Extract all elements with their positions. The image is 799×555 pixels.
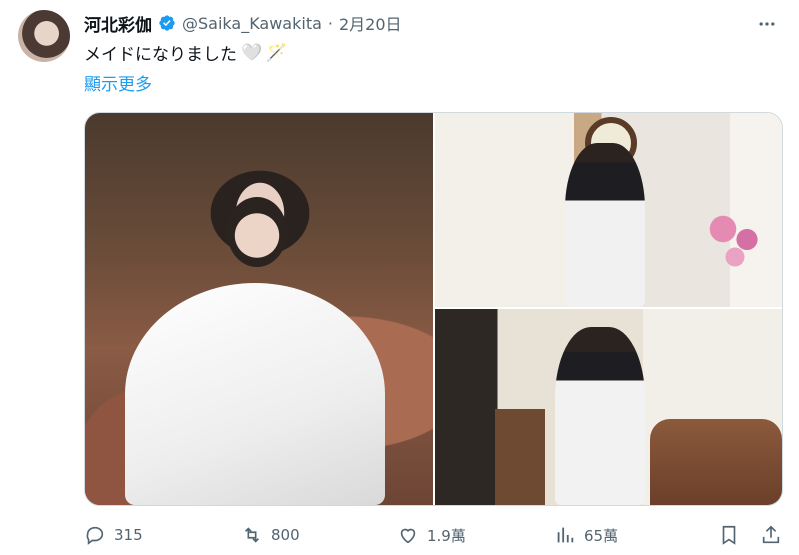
author-handle[interactable]: @Saika_Kawakita <box>182 14 322 33</box>
share-icon <box>762 525 780 544</box>
photo-3[interactable] <box>435 309 782 505</box>
author-name[interactable]: 河北彩伽 <box>84 11 152 36</box>
magic-wand-emoji: 🪄 <box>266 42 288 63</box>
bookmark-button[interactable] <box>718 520 740 550</box>
reply-icon <box>86 526 104 545</box>
photo-3-shelf <box>495 409 545 505</box>
analytics-icon <box>557 527 574 543</box>
photo-1-dress <box>125 283 385 505</box>
media-grid <box>84 112 783 506</box>
retweet-icon <box>244 527 260 543</box>
share-button[interactable] <box>760 520 782 550</box>
photo-1[interactable] <box>85 113 433 505</box>
bookmark-icon <box>722 525 736 545</box>
photo-3-sofa <box>650 419 782 505</box>
reply-button[interactable]: 315 <box>84 520 143 550</box>
views-button[interactable]: 65萬 <box>554 520 618 550</box>
retweet-count: 800 <box>271 526 300 544</box>
more-options-icon[interactable] <box>753 10 781 38</box>
action-bar: 315 800 1.9萬 65萬 <box>84 520 781 550</box>
tweet-date[interactable]: 2月20日 <box>339 11 402 35</box>
photo-2[interactable] <box>435 113 782 307</box>
author-avatar[interactable] <box>18 10 70 62</box>
photo-1-person <box>227 197 287 267</box>
tweet-header: 河北彩伽 @Saika_Kawakita · 2月20日 <box>84 10 402 36</box>
white-heart-emoji: 🤍 <box>241 42 263 63</box>
photo-2-person <box>565 143 645 307</box>
tweet-text: メイドになりました 🤍 🪄 <box>84 40 288 66</box>
like-count: 1.9萬 <box>427 526 466 545</box>
like-button[interactable]: 1.9萬 <box>397 520 466 550</box>
separator-dot: · <box>327 13 333 33</box>
tweet-body: メイドになりました <box>84 45 237 65</box>
photo-3-person <box>555 327 645 505</box>
heart-icon <box>400 528 416 544</box>
retweet-button[interactable]: 800 <box>241 520 300 550</box>
verified-badge-icon <box>159 15 175 31</box>
reply-count: 315 <box>114 526 143 544</box>
photo-2-flowers <box>705 208 765 278</box>
views-count: 65萬 <box>584 526 619 545</box>
show-more-link[interactable]: 顯示更多 <box>84 70 152 95</box>
